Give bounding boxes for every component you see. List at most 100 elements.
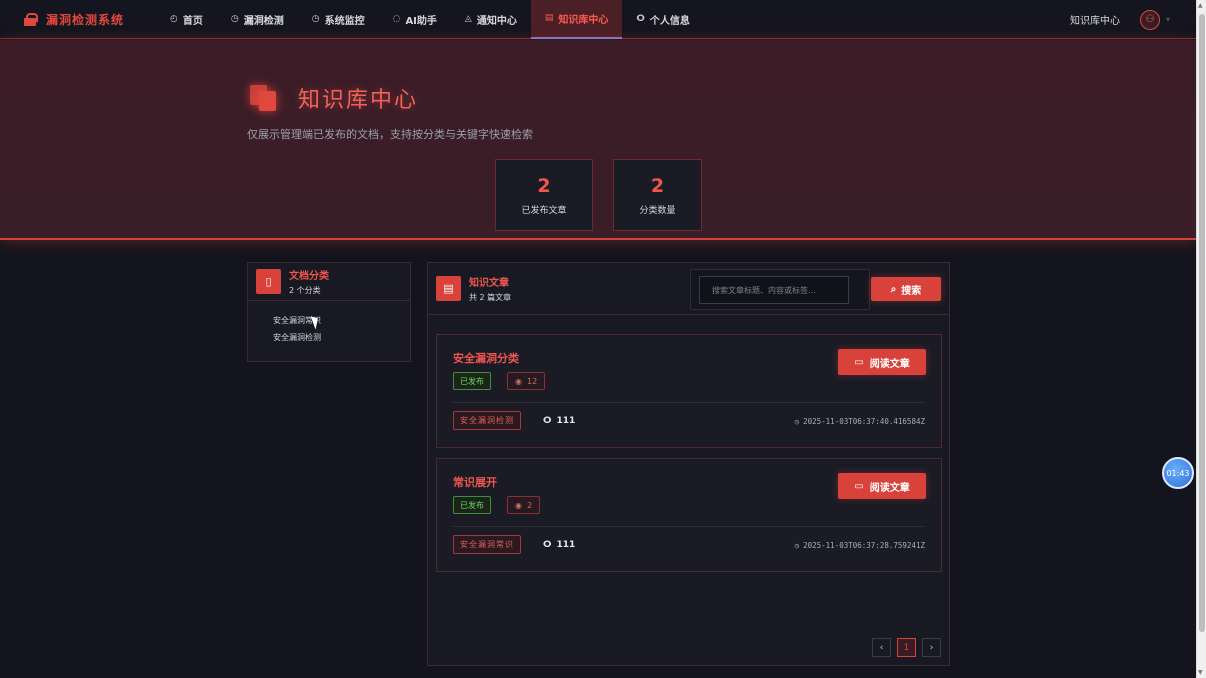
status-badge: 已发布 bbox=[453, 372, 491, 390]
brand[interactable]: 漏洞检测系统 bbox=[0, 11, 150, 28]
stat-published: 2 已发布文章 bbox=[495, 159, 593, 231]
top-navbar: 漏洞检测系统 ◴ 首页 ◷ 漏洞检测 ◷ 系统监控 ◌ AI助手 ◬ 通知中心 ▤ 知识库中… bbox=[0, 0, 1196, 39]
read-article-button[interactable]: ▭ 阅读文章 bbox=[838, 473, 926, 499]
stat-value: 2 bbox=[650, 174, 665, 197]
user-icon: ⚇ bbox=[1145, 14, 1155, 25]
chat-icon: ◌ bbox=[392, 14, 401, 24]
scroll-down-icon[interactable]: ▼ bbox=[1198, 669, 1203, 676]
category-list: 安全漏洞常识 安全漏洞检测 bbox=[248, 301, 410, 349]
articles-panel-title: 知识文章 bbox=[469, 278, 509, 289]
next-page-button[interactable]: › bbox=[922, 638, 941, 657]
scroll-thumb[interactable] bbox=[1199, 14, 1205, 632]
search-icon: ⌕ bbox=[890, 283, 897, 295]
author-name: 111 bbox=[556, 540, 576, 550]
stat-value: 2 bbox=[537, 174, 551, 197]
clock-icon: ◷ bbox=[794, 417, 800, 426]
nav-label: AI助手 bbox=[405, 15, 437, 27]
nav-label: 系统监控 bbox=[324, 15, 365, 27]
category-item[interactable]: 安全漏洞常识 bbox=[273, 315, 410, 332]
page-number-current[interactable]: 1 bbox=[897, 638, 916, 657]
divider bbox=[453, 402, 925, 403]
nav-item-knowledge[interactable]: ▤ 知识库中心 bbox=[530, 0, 623, 39]
nav-item-home[interactable]: ◴ 首页 bbox=[156, 0, 217, 39]
stat-label: 分类数量 bbox=[639, 205, 676, 216]
read-button-label: 阅读文章 bbox=[869, 358, 910, 370]
nav-label: 通知中心 bbox=[476, 15, 517, 27]
brand-title: 漏洞检测系统 bbox=[46, 12, 125, 27]
eye-icon: ◉ bbox=[515, 500, 522, 510]
views-count: 2 bbox=[526, 500, 533, 510]
divider bbox=[453, 526, 925, 527]
open-book-icon: ▭ bbox=[854, 480, 864, 492]
user-icon: ⵔ bbox=[543, 540, 552, 550]
views-badge: ◉ 2 bbox=[507, 496, 541, 514]
home-icon: ◴ bbox=[170, 14, 178, 24]
views-count: 12 bbox=[526, 376, 538, 386]
hero-banner: 知识库中心 仅展示管理端已发布的文档，支持按分类与关键字快速检索 2 已发布文章… bbox=[0, 40, 1196, 240]
article-card: 安全漏洞分类 已发布 ◉ 12 ▭ 阅读文章 安全漏洞检测 ⵔ 111 ◷ 20… bbox=[436, 334, 942, 448]
scan-icon: ◷ bbox=[230, 14, 239, 24]
user-icon: ⵔ bbox=[543, 416, 552, 426]
scroll-up-icon[interactable]: ▲ bbox=[1198, 2, 1203, 9]
search-box bbox=[690, 269, 870, 310]
timestamp-text: 2025-11-03T06:37:40.416584Z bbox=[803, 417, 925, 426]
vertical-scrollbar[interactable]: ▲ ▼ bbox=[1196, 0, 1206, 678]
nav-item-ai[interactable]: ◌ AI助手 bbox=[379, 0, 451, 39]
article-title[interactable]: 安全漏洞分类 bbox=[453, 350, 519, 366]
prev-page-button[interactable]: ‹ bbox=[872, 638, 891, 657]
read-article-button[interactable]: ▭ 阅读文章 bbox=[838, 349, 926, 375]
documents-icon bbox=[250, 85, 278, 111]
article-card: 常识展开 已发布 ◉ 2 ▭ 阅读文章 安全漏洞常识 ⵔ 111 ◷ 2025-… bbox=[436, 458, 942, 572]
user-avatar[interactable]: ⚇ bbox=[1139, 9, 1160, 30]
stat-categories: 2 分类数量 bbox=[613, 159, 702, 231]
nav-right: 知识库中心 ⚇ ▾ bbox=[1070, 0, 1196, 39]
status-badge: 已发布 bbox=[453, 496, 491, 514]
nav-item-monitor[interactable]: ◷ 系统监控 bbox=[298, 0, 379, 39]
category-panel: ▯ 文档分类 2 个分类 安全漏洞常识 安全漏洞检测 bbox=[247, 262, 411, 362]
page-subtitle: 仅展示管理端已发布的文档，支持按分类与关键字快速检索 bbox=[247, 128, 533, 141]
chevron-down-icon[interactable]: ▾ bbox=[1166, 15, 1170, 24]
page-title-text: 知识库中心 bbox=[298, 88, 419, 113]
category-panel-header: ▯ 文档分类 2 个分类 bbox=[248, 263, 410, 301]
author: ⵔ 111 bbox=[543, 416, 575, 426]
nav-item-notifications[interactable]: ◬ 通知中心 bbox=[451, 0, 531, 39]
pagination: ‹ 1 › bbox=[872, 638, 941, 657]
floating-timer[interactable]: 01:43 bbox=[1162, 457, 1194, 489]
timestamp: ◷ 2025-11-03T06:37:40.416584Z bbox=[795, 417, 925, 426]
eye-icon: ◉ bbox=[515, 376, 522, 386]
timestamp-text: 2025-11-03T06:37:28.759241Z bbox=[803, 541, 925, 550]
document-icon: ▤ bbox=[436, 276, 461, 301]
stat-label: 已发布文章 bbox=[521, 205, 567, 216]
lock-icon bbox=[24, 12, 38, 26]
category-tag[interactable]: 安全漏洞常识 bbox=[453, 535, 521, 554]
articles-count: 共 2 篇文章 bbox=[469, 293, 512, 302]
nav-item-profile[interactable]: ⵔ 个人信息 bbox=[622, 0, 703, 39]
nav-item-vuln-detect[interactable]: ◷ 漏洞检测 bbox=[217, 0, 298, 39]
bell-icon: ◬ bbox=[464, 14, 472, 24]
timestamp: ◷ 2025-11-03T06:37:28.759241Z bbox=[795, 541, 925, 550]
nav-label: 个人信息 bbox=[649, 15, 690, 27]
search-button-label: 搜索 bbox=[901, 285, 922, 297]
user-icon: ⵔ bbox=[636, 14, 645, 24]
author-name: 111 bbox=[556, 416, 576, 426]
read-button-label: 阅读文章 bbox=[869, 482, 910, 494]
author: ⵔ 111 bbox=[543, 540, 575, 550]
book-icon: ▤ bbox=[544, 13, 554, 23]
current-page-label: 知识库中心 bbox=[1069, 16, 1120, 27]
articles-panel: ▤ 知识文章 共 2 篇文章 ⌕ 搜索 安全漏洞分类 已发布 ◉ 12 ▭ 阅读… bbox=[427, 262, 950, 666]
open-book-icon: ▭ bbox=[854, 356, 864, 368]
page-title: 知识库中心 bbox=[250, 82, 418, 114]
views-badge: ◉ 12 bbox=[507, 372, 546, 390]
category-tag[interactable]: 安全漏洞检测 bbox=[453, 411, 521, 430]
nav-label: 首页 bbox=[182, 15, 203, 27]
search-button[interactable]: ⌕ 搜索 bbox=[871, 277, 941, 301]
nav-label: 漏洞检测 bbox=[243, 15, 284, 27]
nav-label: 知识库中心 bbox=[558, 14, 609, 26]
article-title[interactable]: 常识展开 bbox=[453, 474, 497, 490]
nav-menu: ◴ 首页 ◷ 漏洞检测 ◷ 系统监控 ◌ AI助手 ◬ 通知中心 ▤ 知识库中心 ⵔ 个人信息 bbox=[156, 0, 704, 39]
category-count: 2 个分类 bbox=[289, 286, 321, 295]
category-panel-title: 文档分类 bbox=[289, 271, 329, 282]
search-input[interactable] bbox=[699, 276, 849, 304]
category-item[interactable]: 安全漏洞检测 bbox=[273, 332, 410, 349]
clock-icon: ◷ bbox=[794, 541, 800, 550]
